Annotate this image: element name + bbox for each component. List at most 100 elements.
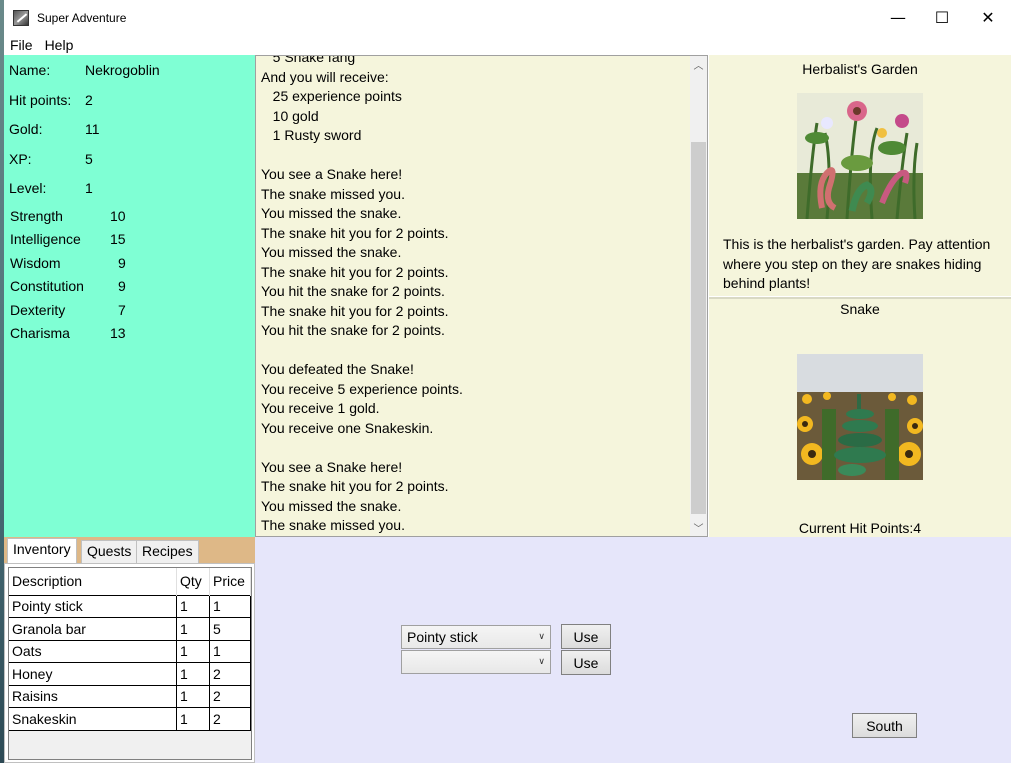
table-row[interactable]: Granola bar 1 5 xyxy=(9,617,251,641)
attribute-label: Strength xyxy=(10,208,63,224)
level-value: 1 xyxy=(85,180,93,196)
scroll-up-arrow-icon[interactable]: ︿ xyxy=(690,56,707,73)
inventory-cell-qty: 1 xyxy=(176,684,210,708)
menu-bar: File Help xyxy=(4,35,1007,55)
action-panel: Pointy stick ∨ Use ∨ Use South xyxy=(255,537,1011,763)
chevron-down-icon: ∨ xyxy=(538,631,545,641)
hp-value: 2 xyxy=(85,92,93,108)
message-line: You missed the snake. xyxy=(261,497,402,514)
message-line: You see a Snake here! xyxy=(261,458,403,475)
message-line: You missed the snake. xyxy=(261,205,402,221)
inventory-cell-description: Snakeskin xyxy=(9,707,178,731)
close-button[interactable]: ✕ xyxy=(965,0,1011,35)
xp-label: XP: xyxy=(9,151,32,167)
message-line: 5 Snake fang xyxy=(261,55,356,65)
message-log-scrollbar[interactable]: ︿ ﹀ xyxy=(690,56,707,536)
message-line: You receive one Snakeskin. xyxy=(261,419,434,436)
monster-hp-label: Current Hit Points: xyxy=(798,520,914,536)
app-icon xyxy=(13,9,29,26)
message-line: 10 gold xyxy=(261,107,319,124)
xp-value: 5 xyxy=(85,151,93,167)
attribute-label: Constitution xyxy=(10,278,84,294)
message-line: You see a Snake here! xyxy=(261,166,403,182)
chevron-down-icon: ∨ xyxy=(538,656,545,666)
gold-value: 11 xyxy=(85,121,100,137)
south-button[interactable]: South xyxy=(852,713,917,738)
message-line: The snake missed you. xyxy=(261,185,405,202)
inventory-cell-qty: 1 xyxy=(176,662,210,686)
tab-inventory[interactable]: Inventory xyxy=(7,538,77,564)
message-log-text: 5 Snake fang And you will receive: 25 exp… xyxy=(261,55,686,536)
attribute-value: 9 xyxy=(118,278,126,294)
tab-recipes[interactable]: Recipes xyxy=(136,540,199,563)
table-row[interactable]: Snakeskin 1 2 xyxy=(9,707,251,731)
minimize-button[interactable]: — xyxy=(875,0,921,35)
scroll-down-arrow-icon[interactable]: ﹀ xyxy=(690,519,707,536)
table-row[interactable]: Pointy stick 1 1 xyxy=(9,594,251,618)
inventory-cell-qty: 1 xyxy=(176,707,210,731)
inventory-cell-qty: 1 xyxy=(176,617,210,641)
message-line: The snake hit you for 2 points. xyxy=(261,224,449,241)
inventory-tab-body: Description Qty Price Pointy stick 1 1 Gran… xyxy=(4,563,255,763)
message-log[interactable]: 5 Snake fang And you will receive: 25 exp… xyxy=(255,55,708,537)
attribute-value: 7 xyxy=(118,302,126,318)
menu-file[interactable]: File xyxy=(4,37,39,53)
attribute-value: 15 xyxy=(110,231,126,247)
table-row[interactable]: Raisins 1 2 xyxy=(9,684,251,708)
message-line: You receive 5 experience points. xyxy=(261,380,463,397)
title-bar[interactable]: Super Adventure — ☐ ✕ xyxy=(4,0,1007,35)
message-line: 1 Rusty sword xyxy=(261,127,362,143)
message-line: 25 experience points xyxy=(261,88,402,104)
monster-picture xyxy=(797,354,923,480)
message-line xyxy=(261,341,686,361)
menu-help[interactable]: Help xyxy=(39,37,80,53)
maximize-button[interactable]: ☐ xyxy=(919,0,965,35)
window-title: Super Adventure xyxy=(37,10,127,25)
monster-hp-value: 4 xyxy=(913,520,922,536)
inventory-cell-description: Honey xyxy=(9,662,178,686)
message-line: The snake hit you for 2 points. xyxy=(261,263,449,280)
monster-name: Snake xyxy=(840,301,880,317)
table-row[interactable]: Honey 1 2 xyxy=(9,662,251,686)
attribute-value: 9 xyxy=(118,255,126,271)
message-line xyxy=(261,146,686,166)
inventory-cell-price: 5 xyxy=(209,617,251,641)
table-row[interactable]: Oats 1 1 xyxy=(9,639,251,663)
scroll-thumb[interactable] xyxy=(691,142,706,514)
location-panel: Herbalist's Garden This is the herbalist… xyxy=(709,55,1011,296)
attribute-label: Wisdom xyxy=(10,255,61,271)
attribute-label: Intelligence xyxy=(10,231,81,247)
inventory-cell-qty: 1 xyxy=(176,594,210,618)
inventory-cell-qty: 1 xyxy=(176,639,210,663)
inventory-cell-description: Pointy stick xyxy=(9,594,178,618)
inventory-cell-description: Granola bar xyxy=(9,617,178,641)
use-weapon-button[interactable]: Use xyxy=(561,624,611,649)
message-line: You defeated the Snake! xyxy=(261,361,414,377)
location-name: Herbalist's Garden xyxy=(802,61,918,77)
weapon-select[interactable]: Pointy stick ∨ xyxy=(401,625,551,649)
column-header-qty[interactable]: Qty xyxy=(176,568,210,595)
inventory-cell-description: Raisins xyxy=(9,684,178,708)
monster-panel: Snake Current Hit Points:4 xyxy=(709,297,1011,537)
message-line: You hit the snake for 2 points. xyxy=(261,283,445,299)
tab-quests[interactable]: Quests xyxy=(81,540,138,563)
inventory-cell-description: Oats xyxy=(9,639,178,663)
message-line: You receive 1 gold. xyxy=(261,400,380,416)
message-line: The snake hit you for 2 points. xyxy=(261,302,449,319)
name-label: Name: xyxy=(9,62,51,78)
message-line: You missed the snake. xyxy=(261,244,402,260)
inventory-cell-price: 1 xyxy=(209,594,251,618)
message-line: You hit the snake for 2 points. xyxy=(261,322,445,338)
gold-label: Gold: xyxy=(9,121,43,137)
location-picture xyxy=(797,93,923,219)
attribute-label: Charisma xyxy=(10,325,70,341)
potion-select[interactable]: ∨ xyxy=(401,650,551,674)
player-name: Nekrogoblin xyxy=(85,62,160,78)
column-header-description[interactable]: Description xyxy=(9,568,178,595)
player-stats-panel: Name: Nekrogoblin Hit points: 2 Gold: 11… xyxy=(4,55,255,537)
tab-strip: Inventory Quests Recipes xyxy=(4,537,255,564)
use-potion-button[interactable]: Use xyxy=(561,650,611,675)
inventory-grid[interactable]: Description Qty Price Pointy stick 1 1 Gran… xyxy=(8,567,252,760)
attribute-value: 13 xyxy=(110,325,126,341)
column-header-price[interactable]: Price xyxy=(209,568,251,595)
